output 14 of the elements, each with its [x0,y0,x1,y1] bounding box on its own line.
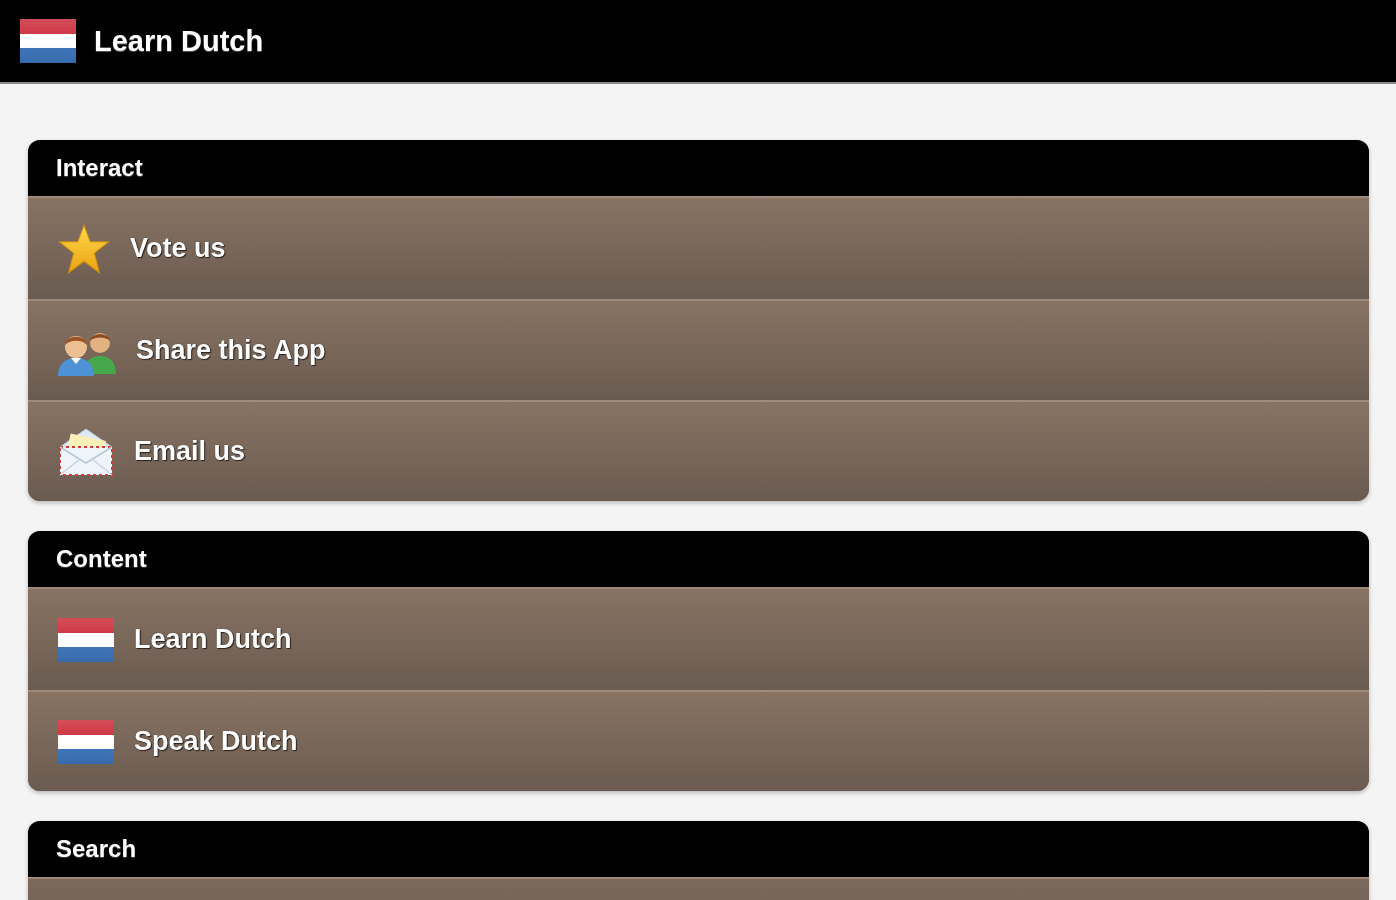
section-header: Interact [28,140,1369,198]
flag-icon [20,19,76,63]
menu-item[interactable]: Speak Dutch [28,690,1369,791]
menu-item[interactable]: Vote us [28,198,1369,299]
section-header: Search [28,821,1369,879]
flag-icon [58,617,114,662]
section-header: Content [28,531,1369,589]
menu-item[interactable]: Share this App [28,299,1369,400]
menu-item[interactable]: Email us [28,400,1369,501]
envelope-icon [58,426,114,477]
menu-item[interactable]: Learn Dutch [28,589,1369,690]
flag-icon [58,719,114,764]
app-title: Learn Dutch [94,24,264,58]
star-icon [58,223,110,274]
